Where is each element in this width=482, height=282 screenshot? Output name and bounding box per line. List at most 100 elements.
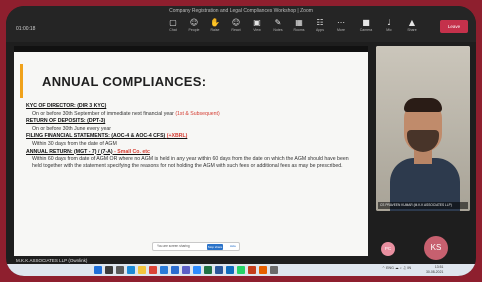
leave-button[interactable]: Leave xyxy=(440,20,468,33)
toolbar-label: Share xyxy=(407,28,417,32)
react-button[interactable]: ☺ React xyxy=(227,18,245,32)
slide-line-text: On or before 30th September of immediate… xyxy=(32,110,176,117)
raise-button[interactable]: ✋ Raise xyxy=(206,18,224,32)
taskbar-icons xyxy=(94,266,281,274)
toolbar-label: Camera xyxy=(359,28,373,32)
video-name-label: CS PRAVEEN KUMAR (M.K.K ASSOCIATES LLP) xyxy=(378,202,468,209)
participant-avatar-small[interactable]: PC xyxy=(381,242,395,256)
toolbar-label: People xyxy=(188,28,200,32)
slide-line-text: RETURN OF DEPOSITS: (DPT-3) xyxy=(26,118,106,125)
edge-icon[interactable] xyxy=(127,266,135,274)
slide-section-heading: KYC OF DIRECTOR: (DIR 3 KYC) xyxy=(26,103,362,111)
people-button[interactable]: ☺ People xyxy=(185,18,203,32)
outlook-icon[interactable] xyxy=(226,266,234,274)
more-icon: ⋯ xyxy=(337,18,345,27)
more-button[interactable]: ⋯ More xyxy=(332,18,350,32)
window-title: Company Registration and Legal Complianc… xyxy=(169,8,313,14)
view-button[interactable]: ▣ View xyxy=(248,18,266,32)
screen-share-notice: You are screen sharing Stop share Hide xyxy=(152,242,240,251)
raise-hand-icon: ✋ xyxy=(210,18,220,27)
apps-icon: ☷ xyxy=(316,18,324,27)
participant-avatar-large[interactable]: KS xyxy=(424,236,448,260)
toolbar-media-buttons: ■ Camera ♩ Mic ▲ Share xyxy=(356,18,425,32)
slide-line-text: FILING FINANCIAL STATEMENTS: (AOC-4 & AO… xyxy=(26,133,167,140)
chat-button[interactable]: ▢ Chat xyxy=(164,18,182,32)
slide-bullet: Within 30 days from the date of AGM xyxy=(26,141,362,149)
mic-icon: ♩ xyxy=(387,18,391,27)
react-icon: ☺ xyxy=(231,18,241,27)
mic-button[interactable]: ♩ Mic xyxy=(379,18,399,32)
camera-button[interactable]: ■ Camera xyxy=(356,18,376,32)
rooms-button[interactable]: ▦ Rooms xyxy=(290,18,308,32)
person-hair xyxy=(404,98,442,112)
start-icon[interactable] xyxy=(94,266,102,274)
taskbar-clock[interactable]: 13:51 30-08-2021 xyxy=(426,265,443,274)
chrome-icon[interactable] xyxy=(149,266,157,274)
people-icon: ☺ xyxy=(189,18,199,27)
toolbar-label: More xyxy=(337,28,345,32)
toolbar-label: Chat xyxy=(169,28,177,32)
explorer-icon[interactable] xyxy=(138,266,146,274)
slide-line-highlight: (1st & Subsequent) xyxy=(175,110,220,117)
slide-line-text: KYC OF DIRECTOR: (DIR 3 KYC) xyxy=(26,103,107,109)
slide-paragraph: Within 60 days from date of AGM OR where… xyxy=(32,156,349,170)
clock-date: 30-08-2021 xyxy=(426,269,444,274)
zoom-icon[interactable] xyxy=(193,266,201,274)
slide-line-text: ANNUAL RETURN: (MGT - 7) / (7-A) xyxy=(26,148,115,155)
notes-icon: ✎ xyxy=(274,18,282,27)
system-tray[interactable]: ^ ENG ☁ ⌕ ♫ IN xyxy=(382,266,411,270)
toolbar-label: React xyxy=(231,28,241,32)
apps-button[interactable]: ☷ Apps xyxy=(311,18,329,32)
slide-bullet: On or before 30th September of immediate… xyxy=(26,111,362,119)
firefox-icon[interactable] xyxy=(259,266,267,274)
excel-icon[interactable] xyxy=(204,266,212,274)
stop-share-button[interactable]: Stop share xyxy=(207,244,223,250)
shared-slide: ANNUAL COMPLIANCES: KYC OF DIRECTOR: (DI… xyxy=(14,46,368,256)
toolbar-label: Rooms xyxy=(293,28,305,32)
share-notice-text: You are screen sharing xyxy=(157,244,190,248)
view-icon: ▣ xyxy=(253,18,261,27)
mail-icon[interactable] xyxy=(171,266,179,274)
toolbar-label: Apps xyxy=(316,28,324,32)
screen-frame: Company Registration and Legal Complianc… xyxy=(6,6,476,276)
slide-accent-bar xyxy=(20,64,23,98)
participant-video[interactable]: CS PRAVEEN KUMAR (M.K.K ASSOCIATES LLP) xyxy=(376,46,470,211)
slide-line-highlight: - Small Co. etc xyxy=(114,148,150,155)
share-icon: ▲ xyxy=(408,18,416,27)
rooms-icon: ▦ xyxy=(295,18,303,27)
slide-line-text: On or before 30th June every year xyxy=(32,125,112,132)
meeting-timer: 01:00:18 xyxy=(16,26,36,32)
share-button[interactable]: ▲ Share xyxy=(402,18,422,32)
slide-section-heading: FILING FINANCIAL STATEMENTS: (AOC-4 & AO… xyxy=(26,133,362,141)
tray-icons[interactable]: ^ ENG ☁ ⌕ ♫ xyxy=(382,266,406,270)
toolbar-label: Mic xyxy=(386,28,392,32)
toolbar-label: View xyxy=(253,28,261,32)
notes-button[interactable]: ✎ Notes xyxy=(269,18,287,32)
chat-icon: ▢ xyxy=(169,18,177,27)
slide-top-strip xyxy=(14,46,368,52)
presenter-label: M.K.K.ASSOCIATES LLP (Ownlink) xyxy=(16,258,88,263)
slide-body: KYC OF DIRECTOR: (DIR 3 KYC) On or before… xyxy=(26,103,362,171)
toolbar-buttons: ▢ Chat ☺ People ✋ Raise ☺ React ▣ View ✎ Notes ▦ Room… xyxy=(164,18,353,32)
search-icon[interactable] xyxy=(105,266,113,274)
word-icon[interactable] xyxy=(215,266,223,274)
taskview-icon[interactable] xyxy=(116,266,124,274)
powerpoint-icon[interactable] xyxy=(248,266,256,274)
slide-heading: ANNUAL COMPLIANCES: xyxy=(42,74,207,89)
windows-taskbar: ^ ENG ☁ ⌕ ♫ IN 13:51 30-08-2021 xyxy=(6,264,476,276)
whatsapp-icon[interactable] xyxy=(237,266,245,274)
slide-line-text: Within 30 days from the date of AGM xyxy=(32,140,117,147)
language-indicator[interactable]: IN xyxy=(407,266,411,270)
camera-icon: ■ xyxy=(362,18,370,27)
toolbar-label: Raise xyxy=(210,28,220,32)
meeting-toolbar: Company Registration and Legal Complianc… xyxy=(6,6,476,42)
slide-section-heading: ANNUAL RETURN: (MGT - 7) / (7-A) - Small… xyxy=(26,149,362,157)
store-icon[interactable] xyxy=(160,266,168,274)
teams-icon[interactable] xyxy=(182,266,190,274)
slide-line-highlight: (+XBRL) xyxy=(166,133,188,140)
slide-section-heading: RETURN OF DEPOSITS: (DPT-3) xyxy=(26,118,362,126)
toolbar-label: Notes xyxy=(273,28,283,32)
settings-icon[interactable] xyxy=(270,266,278,274)
hide-button[interactable]: Hide xyxy=(230,244,236,248)
slide-bullet: On or before 30th June every year xyxy=(26,126,362,134)
